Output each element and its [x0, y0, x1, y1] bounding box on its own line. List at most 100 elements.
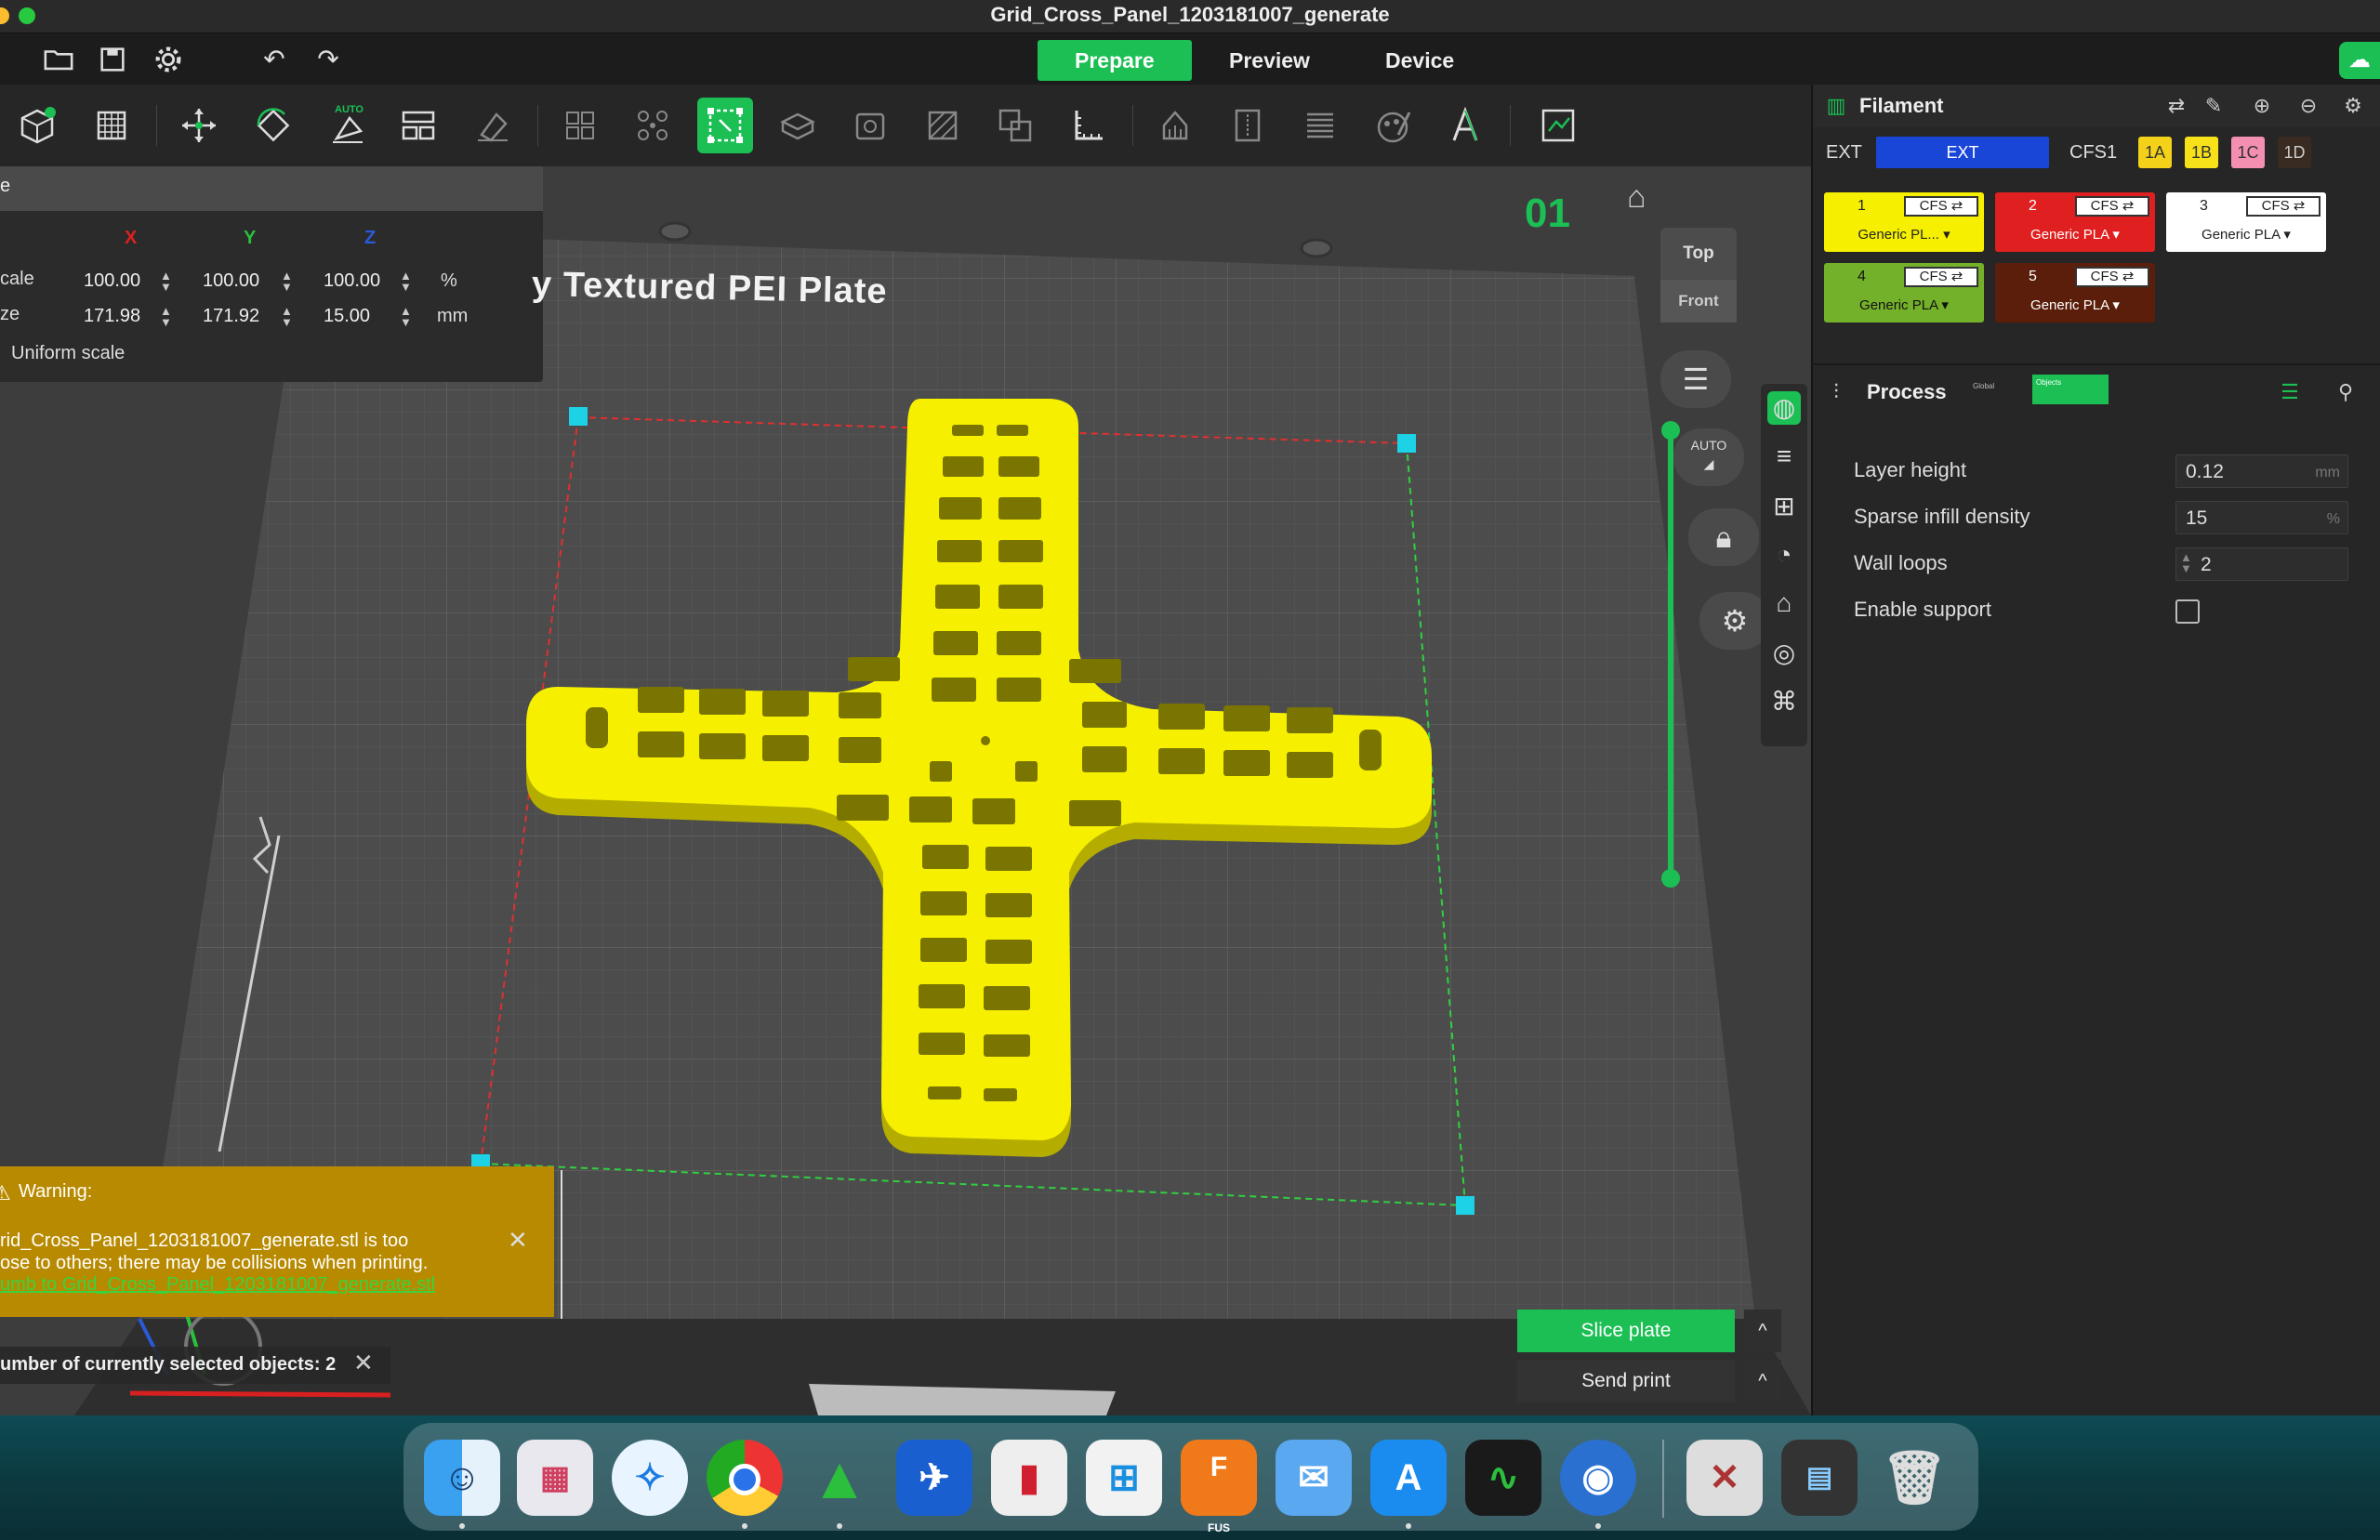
trash-icon[interactable]: 🗑︎ [1876, 1440, 1952, 1516]
bbox-handle[interactable] [1456, 1196, 1474, 1215]
infill-density-input[interactable]: 15 % [2175, 501, 2348, 534]
boolean-icon[interactable] [987, 98, 1043, 153]
enable-support-checkbox[interactable] [2175, 599, 2200, 624]
filament-card-4[interactable]: 4 CFS ⇄ Generic PLA ▾ [1824, 263, 1984, 322]
measure-icon[interactable] [1060, 98, 1116, 153]
spin-icon[interactable]: ▲ ▼ [400, 305, 415, 330]
close-icon[interactable]: ✕ [508, 1226, 528, 1255]
spin-icon[interactable]: ▲ ▼ [281, 305, 296, 330]
cfs-slot-1b[interactable]: 1B [2185, 137, 2218, 168]
view-cube-top[interactable]: Top [1660, 228, 1737, 280]
process-objects-tab[interactable]: Objects [2032, 375, 2109, 404]
rotate-icon[interactable] [245, 98, 301, 153]
finder-icon[interactable]: ☺ [424, 1440, 500, 1516]
save-icon[interactable] [97, 44, 128, 75]
spin-icon[interactable]: ▲ ▼ [400, 270, 415, 295]
add-object-icon[interactable] [9, 98, 65, 153]
chrome-icon[interactable] [707, 1440, 783, 1516]
cfs-map-button[interactable]: CFS ⇄ [2075, 196, 2149, 217]
brush-icon[interactable]: ✎ [2202, 94, 2226, 118]
filament-preset-dropdown[interactable]: Generic PLA ▾ [1995, 226, 2155, 243]
slice-options-button[interactable]: ^ [1744, 1310, 1781, 1352]
sync-icon[interactable]: ⇄ [2164, 94, 2188, 118]
tab-preview[interactable]: Preview [1192, 40, 1347, 81]
filament-preset-dropdown[interactable]: Generic PLA ▾ [1824, 296, 1984, 313]
home-icon[interactable]: ⌂ [1627, 179, 1646, 216]
object-list-icon[interactable]: ☰ [1660, 350, 1731, 408]
view-cube[interactable]: Top Front [1660, 228, 1737, 339]
fusion-icon[interactable]: F FUS [1181, 1440, 1257, 1533]
spin-icon[interactable]: ▲ ▼ [160, 270, 175, 295]
redo-icon[interactable]: ↷ [312, 44, 344, 75]
layer-slider-top-handle[interactable] [1661, 421, 1680, 440]
parallels-icon[interactable]: ▮ [991, 1440, 1067, 1516]
bbox-handle[interactable] [569, 407, 588, 426]
color-paint-icon[interactable] [1365, 98, 1421, 153]
seam-paint-icon[interactable] [1220, 98, 1276, 153]
layer-slider-bottom-handle[interactable] [1661, 869, 1680, 888]
text-icon[interactable] [1437, 98, 1493, 153]
spin-icon[interactable]: ▲ ▼ [160, 305, 175, 330]
cfs-slot-1a[interactable]: 1A [2138, 137, 2172, 168]
settings-icon[interactable] [152, 44, 184, 75]
remove-icon[interactable]: ⊖ [2296, 94, 2320, 118]
plate-number[interactable]: 01 [1525, 191, 1570, 237]
close-icon[interactable]: ✕ [353, 1349, 374, 1377]
add-icon[interactable]: ⊕ [2250, 94, 2274, 118]
auto-orient-button[interactable]: AUTO ◢ [1673, 428, 1744, 486]
support-icon[interactable]: ⌂ [1767, 586, 1801, 620]
plate-icon[interactable]: ◍ [1767, 391, 1801, 425]
move-icon[interactable] [171, 98, 227, 153]
filament-preset-dropdown[interactable]: Generic PLA ▾ [1995, 296, 2155, 313]
ext-slot[interactable]: EXT [1876, 137, 2049, 168]
send-print-button[interactable]: Send print [1517, 1360, 1735, 1402]
grid-icon[interactable]: ⊞ [1767, 490, 1801, 523]
assembly-view-icon[interactable] [1530, 98, 1586, 153]
support-paint-icon[interactable] [1147, 98, 1203, 153]
arrange-grid-icon[interactable] [84, 98, 139, 153]
filament-preset-dropdown[interactable]: Generic PL... ▾ [1824, 226, 1984, 243]
cfs-slot-1c[interactable]: 1C [2231, 137, 2265, 168]
gear-icon[interactable]: ⚙ [2341, 94, 2365, 118]
safari-icon[interactable]: ✧ [612, 1440, 688, 1516]
uniform-scale-checkbox[interactable]: Uniform scale [11, 343, 125, 364]
3d-viewport[interactable]: e X Y Z cale 100.00 ▲ ▼ 100.00 ▲ ▼ 100.00 … [0, 166, 1811, 1415]
xcode-icon[interactable]: ✈ [896, 1440, 972, 1516]
filament-card-3[interactable]: 3 CFS ⇄ Generic PLA ▾ [2166, 192, 2326, 252]
filament-card-5[interactable]: 5 CFS ⇄ Generic PLA ▾ [1995, 263, 2155, 322]
spin-icon[interactable]: ▲ ▼ [2180, 551, 2195, 576]
place-on-face-icon[interactable] [465, 98, 521, 153]
command-icon[interactable]: ⌘ [1767, 685, 1801, 718]
launchpad-icon[interactable]: ▦ [517, 1440, 593, 1516]
cfs-map-button[interactable]: CFS ⇄ [2075, 267, 2149, 287]
bbox-handle[interactable] [1397, 434, 1416, 453]
cloud-upload-icon[interactable]: ☁ [2339, 42, 2380, 79]
activity-monitor-icon[interactable]: ∿ [1465, 1440, 1541, 1516]
split-objects-icon[interactable] [552, 98, 608, 153]
scroll-app-icon[interactable]: ◉ [1560, 1440, 1636, 1516]
gear-icon[interactable]: ⚙ [1699, 592, 1770, 650]
filament-card-1[interactable]: 1 CFS ⇄ Generic PL... ▾ [1824, 192, 1984, 252]
layout-icon[interactable] [390, 98, 446, 153]
split-parts-icon[interactable] [625, 98, 681, 153]
spin-icon[interactable]: ▲ ▼ [281, 270, 296, 295]
cfs-slot-1d[interactable]: 1D [2278, 137, 2311, 168]
windows-app-icon[interactable]: ⊞ [1086, 1440, 1162, 1516]
mail-icon[interactable]: ✉ [1276, 1440, 1352, 1516]
fuzzy-skin-icon[interactable] [1292, 98, 1348, 153]
cfs-map-button[interactable]: CFS ⇄ [2246, 196, 2320, 217]
cfs-map-button[interactable]: CFS ⇄ [1904, 267, 1978, 287]
filament-card-2[interactable]: 2 CFS ⇄ Generic PLA ▾ [1995, 192, 2155, 252]
filament-preset-dropdown[interactable]: Generic PLA ▾ [2166, 226, 2326, 243]
speed-icon[interactable]: ◔ [1767, 538, 1801, 572]
process-global-tab[interactable]: Global [1973, 382, 1994, 390]
layers-icon[interactable]: ≡ [1767, 440, 1801, 473]
lock-icon[interactable]: 🔒︎ [1688, 508, 1759, 566]
hollow-icon[interactable] [842, 98, 898, 153]
creality-print-icon[interactable]: ▲ [801, 1440, 878, 1516]
undo-icon[interactable]: ↶ [258, 44, 290, 75]
warning-jump-link[interactable]: umb to Grid_Cross_Panel_1203181007_gener… [0, 1274, 435, 1296]
send-options-button[interactable]: ^ [1744, 1360, 1781, 1402]
auto-orient-icon[interactable]: AUTO [320, 98, 376, 153]
cfs-map-button[interactable]: CFS ⇄ [1904, 196, 1978, 217]
